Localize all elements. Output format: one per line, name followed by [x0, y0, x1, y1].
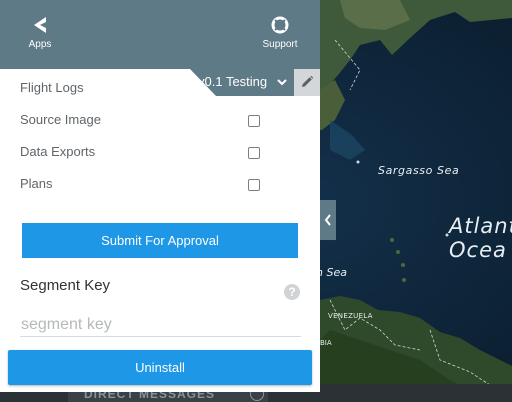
apps-label: Apps: [28, 39, 52, 50]
permission-row-flight-logs: Flight Logs: [20, 78, 268, 98]
permission-label: Source Image: [20, 112, 101, 127]
support-label: Support: [262, 39, 298, 50]
app-panel: Apps Support v0.1 Testing Flight Logs So…: [0, 0, 320, 392]
chevron-left-icon: [324, 214, 331, 226]
chevron-down-icon: [277, 79, 287, 86]
panel-header: Apps Support: [0, 0, 320, 69]
help-icon[interactable]: ?: [284, 284, 300, 300]
permission-checkbox[interactable]: [248, 147, 260, 159]
map-label-colombia: BIA: [320, 339, 332, 347]
permission-label: Flight Logs: [20, 80, 84, 95]
permission-row-plans: Plans: [20, 174, 268, 194]
permission-row-source-image: Source Image: [20, 110, 268, 130]
map-label-atlantic: Atlant Ocea: [449, 214, 512, 262]
permission-checkbox[interactable]: [248, 179, 260, 191]
map-label-venezuela: VENEZUELA: [328, 312, 373, 320]
permission-label: Plans: [20, 176, 53, 191]
edit-version-button[interactable]: [294, 69, 320, 96]
map-footer: [360, 384, 512, 402]
permission-label: Data Exports: [20, 144, 96, 159]
apps-button[interactable]: Apps: [10, 16, 70, 50]
map-label-caribbean: n Sea: [316, 266, 347, 279]
map-label-sargasso: Sargasso Sea: [378, 164, 460, 177]
pencil-icon: [302, 75, 314, 87]
permission-row-data-exports: Data Exports: [20, 142, 268, 162]
segment-key-input[interactable]: [20, 313, 301, 337]
submit-for-approval-button[interactable]: Submit For Approval: [22, 223, 298, 258]
lifebuoy-icon: [250, 16, 310, 36]
chevron-left-icon: [10, 16, 70, 36]
segment-key-heading: Segment Key: [20, 277, 111, 294]
uninstall-button[interactable]: Uninstall: [8, 350, 312, 385]
support-button[interactable]: Support: [250, 16, 310, 50]
collapse-panel-button[interactable]: [320, 200, 336, 240]
permission-checkbox[interactable]: [248, 115, 260, 127]
